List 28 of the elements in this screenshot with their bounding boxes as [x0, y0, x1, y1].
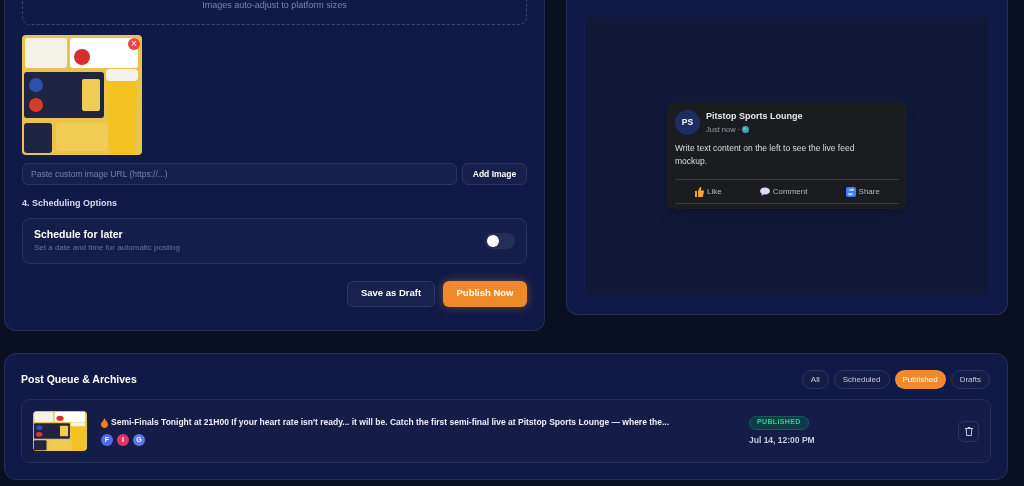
post-date: Jul 14, 12:00 PM: [749, 433, 815, 447]
schedule-title: Schedule for later: [34, 226, 124, 242]
post-text: Semi-Finals Tonight at 21H00 If your heart rate isn't ready... it will be. Catch the first semi-final live at Pitstop Sports Lounge — where the...: [111, 416, 670, 429]
schedule-subtitle: Set a date and time for automatic posting: [34, 242, 180, 255]
globe-icon: [742, 125, 750, 133]
comment-button[interactable]: Comment: [759, 185, 808, 198]
add-image-button[interactable]: Add Image: [462, 163, 527, 185]
share-button[interactable]: Share: [845, 185, 880, 198]
filter-tab[interactable]: All: [801, 370, 829, 389]
delete-button[interactable]: [958, 420, 979, 442]
flame-icon: [101, 417, 108, 428]
thumbs-up-icon: [694, 186, 705, 197]
post-text: Write text content on the left to see the live feed mockup.: [675, 142, 856, 168]
speech-bubble-icon: [759, 187, 770, 196]
queue-title: Post Queue & Archives: [21, 371, 137, 387]
schedule-toggle[interactable]: [485, 232, 515, 249]
filter-tab[interactable]: Scheduled: [833, 370, 890, 389]
save-draft-button[interactable]: Save as Draft: [347, 280, 435, 307]
page-name: Pitstop Sports Lounge: [706, 110, 803, 124]
filter-tab[interactable]: Drafts: [950, 370, 990, 389]
upload-hint: Images auto-adjust to platform sizes: [202, 0, 347, 12]
trash-icon: [964, 426, 973, 436]
avatar: PS: [675, 110, 700, 135]
section-heading: 4. Scheduling Options: [22, 197, 118, 210]
share-icon: [845, 186, 856, 197]
like-button[interactable]: Like: [694, 185, 722, 198]
image-url-field[interactable]: Paste custom image URL (https://...): [22, 163, 457, 185]
upload-dropzone[interactable]: Images auto-adjust to platform sizes: [22, 0, 527, 25]
